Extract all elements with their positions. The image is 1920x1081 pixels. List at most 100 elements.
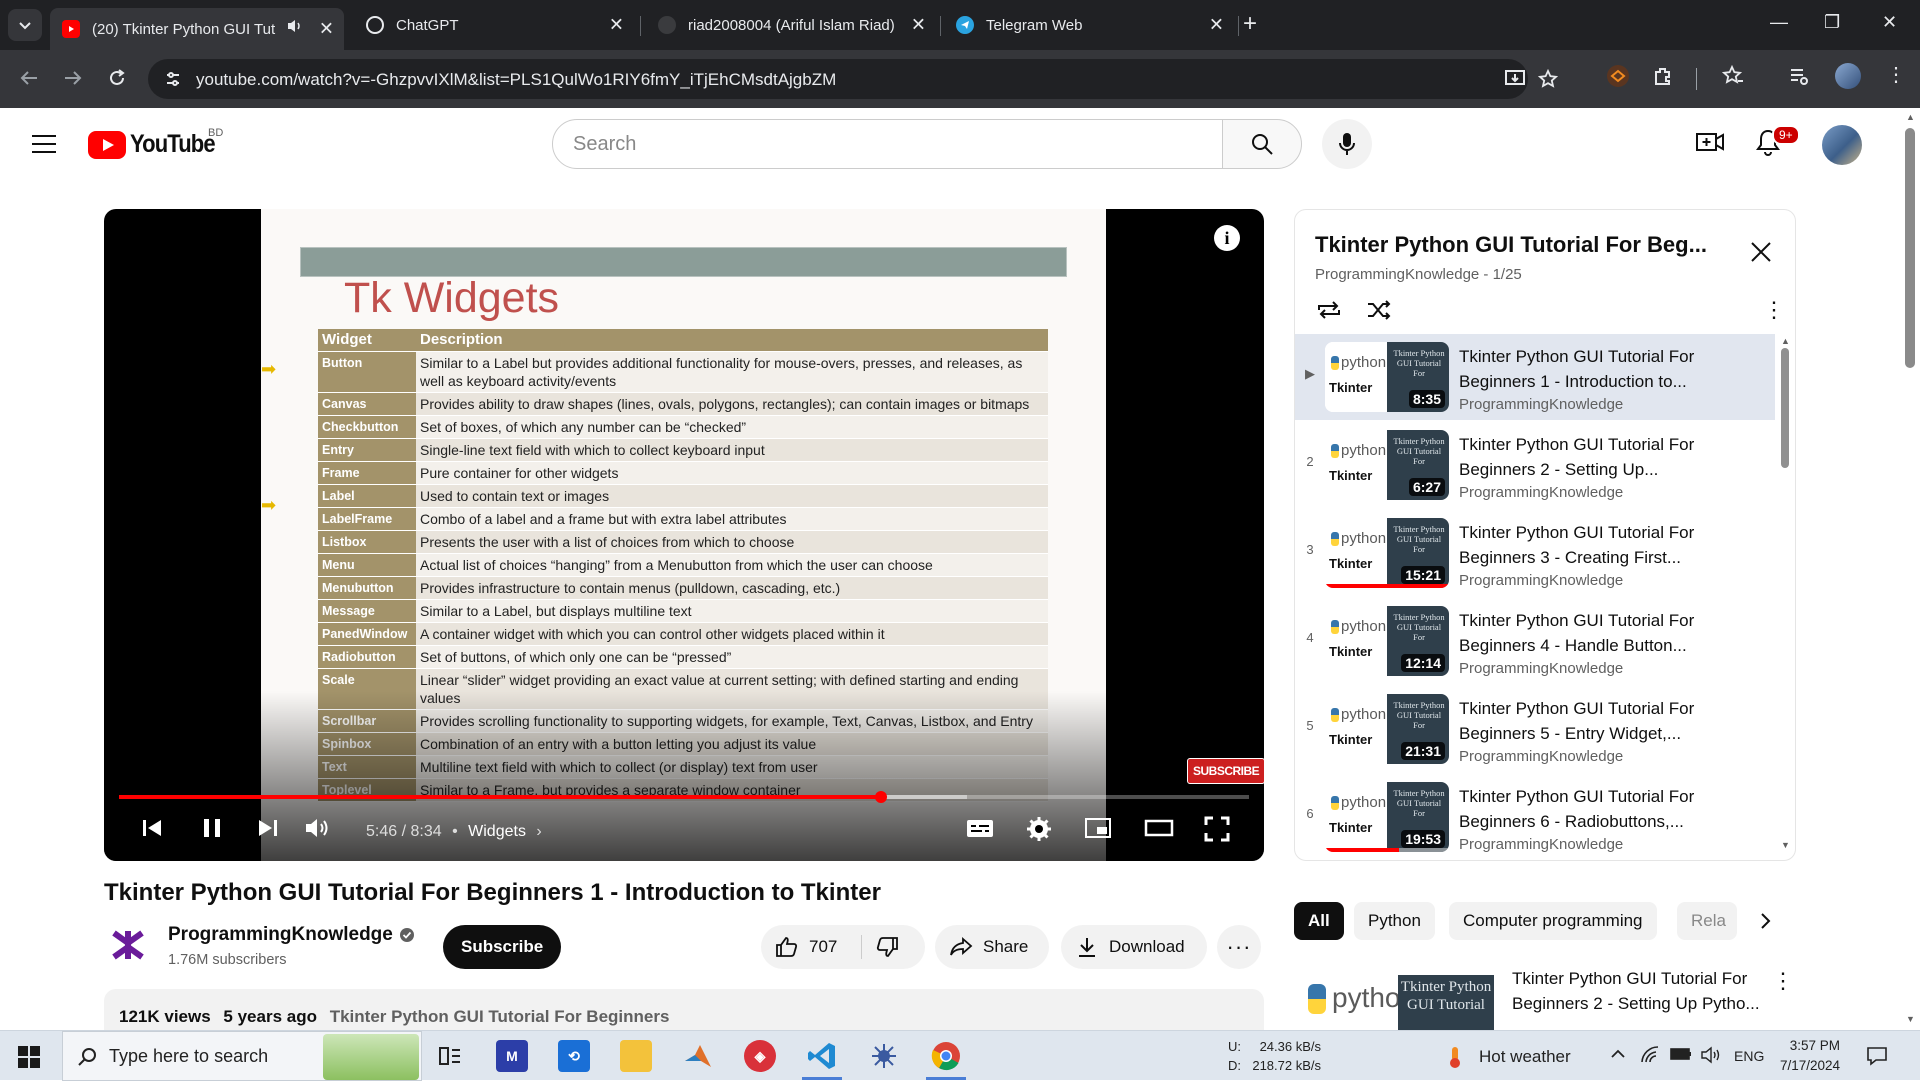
- playlist-scrollbar[interactable]: ▲ ▼: [1777, 334, 1793, 854]
- scroll-up-icon[interactable]: ▲: [1781, 336, 1790, 346]
- reload-button[interactable]: [106, 67, 128, 89]
- chip-all[interactable]: All: [1294, 902, 1344, 940]
- notification-center-icon[interactable]: [1866, 1046, 1888, 1066]
- address-bar[interactable]: youtube.com/watch?v=-GhzpvvIXlM&list=PLS…: [148, 59, 1558, 99]
- scroll-up-icon[interactable]: ▲: [1906, 112, 1915, 122]
- playlist-item[interactable]: 2 python Tkinter Tkinter Python GUI Tutoria…: [1295, 422, 1775, 508]
- restore-window-button[interactable]: ❐: [1824, 12, 1840, 33]
- extensions-puzzle-icon[interactable]: [1652, 65, 1674, 87]
- tab-youtube[interactable]: (20) Tkinter Python GUI Tut ✕: [50, 8, 344, 50]
- playlist-item[interactable]: 6 python Tkinter Tkinter Python GUI Tutoria…: [1295, 774, 1775, 860]
- loop-playlist-button[interactable]: [1315, 298, 1343, 322]
- playlist-menu-icon[interactable]: ⋮: [1763, 298, 1785, 322]
- search-button[interactable]: [1222, 119, 1302, 169]
- battery-icon[interactable]: [1670, 1046, 1692, 1062]
- create-button[interactable]: [1696, 130, 1724, 154]
- fullscreen-button[interactable]: [1204, 816, 1230, 842]
- recommendation-thumbnail[interactable]: python Tkinter Python GUI Tutorial: [1294, 970, 1494, 1030]
- playlist-item-thumbnail[interactable]: python Tkinter Tkinter Python GUI Tutorial…: [1325, 518, 1449, 588]
- share-button[interactable]: Share: [935, 925, 1049, 969]
- start-button[interactable]: [18, 1046, 40, 1068]
- guide-menu-button[interactable]: [32, 134, 56, 154]
- task-view-icon[interactable]: [434, 1040, 466, 1072]
- close-tab-icon[interactable]: ✕: [609, 15, 624, 36]
- forward-button[interactable]: [62, 67, 84, 89]
- show-hidden-icons[interactable]: [1610, 1046, 1626, 1062]
- mute-button[interactable]: [304, 816, 330, 840]
- weather-widget[interactable]: Hot weather: [1443, 1045, 1571, 1069]
- app-icon-1[interactable]: M: [496, 1040, 528, 1072]
- playlist-item[interactable]: 5 python Tkinter Tkinter Python GUI Tutoria…: [1295, 686, 1775, 772]
- more-actions-button[interactable]: ···: [1217, 925, 1261, 969]
- app-icon-3[interactable]: ◈: [744, 1040, 776, 1072]
- dislike-button[interactable]: [875, 935, 899, 959]
- playlist-item[interactable]: 4 python Tkinter Tkinter Python GUI Tutoria…: [1295, 598, 1775, 684]
- playlist-item-thumbnail[interactable]: python Tkinter Tkinter Python GUI Tutorial…: [1325, 342, 1449, 412]
- system-clock[interactable]: 3:57 PM 7/17/2024: [1758, 1036, 1840, 1076]
- next-button[interactable]: [256, 816, 280, 840]
- playlist-scroll-thumb[interactable]: [1781, 348, 1789, 468]
- playlist-item-thumbnail[interactable]: python Tkinter Tkinter Python GUI Tutorial…: [1325, 606, 1449, 676]
- playlist-item-thumbnail[interactable]: python Tkinter Tkinter Python GUI Tutorial…: [1325, 430, 1449, 500]
- close-tab-icon[interactable]: ✕: [911, 15, 926, 36]
- extension-icon[interactable]: [1606, 64, 1630, 88]
- chrome-icon[interactable]: [930, 1040, 962, 1072]
- subscribe-watermark[interactable]: SUBSCRIBE: [1187, 758, 1264, 784]
- voice-search-button[interactable]: [1322, 119, 1372, 169]
- playlist-subtitle[interactable]: ProgrammingKnowledge - 1/25: [1315, 266, 1522, 283]
- audio-playing-icon[interactable]: [286, 18, 304, 34]
- download-button[interactable]: Download: [1061, 925, 1207, 969]
- subtitles-button[interactable]: [966, 816, 994, 840]
- taskbar-search[interactable]: Type here to search: [62, 1031, 422, 1081]
- subscribe-button[interactable]: Subscribe: [443, 925, 562, 969]
- previous-button[interactable]: [140, 816, 164, 840]
- playlist-tag[interactable]: Tkinter Python GUI Tutorial For Beginner…: [330, 1007, 670, 1026]
- playlist-title[interactable]: Tkinter Python GUI Tutorial For Beg...: [1315, 232, 1735, 258]
- wifi-icon[interactable]: [1640, 1046, 1660, 1064]
- chip-related[interactable]: Rela: [1677, 902, 1737, 940]
- progress-bar[interactable]: [119, 791, 1249, 803]
- tab-telegram[interactable]: Telegram Web ✕: [944, 8, 1234, 42]
- bookmark-star-icon[interactable]: [1538, 69, 1558, 89]
- back-button[interactable]: [18, 67, 40, 89]
- close-tab-icon[interactable]: ✕: [1209, 15, 1224, 36]
- app-icon-4[interactable]: [868, 1040, 900, 1072]
- playlist-item-thumbnail[interactable]: python Tkinter Tkinter Python GUI Tutorial…: [1325, 694, 1449, 764]
- close-window-button[interactable]: ✕: [1882, 12, 1897, 33]
- close-playlist-button[interactable]: [1749, 240, 1773, 264]
- search-input[interactable]: [553, 120, 1223, 168]
- channel-name-link[interactable]: ProgrammingKnowledge: [168, 924, 415, 946]
- vscode-icon[interactable]: [806, 1040, 838, 1072]
- playlist-item-thumbnail[interactable]: python Tkinter Tkinter Python GUI Tutorial…: [1325, 782, 1449, 852]
- shuffle-button[interactable]: [1365, 298, 1393, 322]
- scroll-down-icon[interactable]: ▼: [1906, 1014, 1915, 1024]
- app-icon-2[interactable]: ⟲: [558, 1040, 590, 1072]
- playlist-item[interactable]: ▶ python Tkinter Tkinter Python GUI Tutoria…: [1295, 334, 1775, 420]
- recommendation-menu-icon[interactable]: ⋮: [1772, 968, 1794, 994]
- profile-avatar[interactable]: [1835, 63, 1861, 89]
- chip-computer-programming[interactable]: Computer programming: [1449, 902, 1657, 940]
- channel-avatar[interactable]: [108, 925, 148, 965]
- page-scrollbar[interactable]: ▲ ▼: [1900, 108, 1920, 1030]
- close-tab-icon[interactable]: ✕: [319, 19, 334, 40]
- theater-mode-button[interactable]: [1144, 816, 1174, 840]
- tab-search-button[interactable]: [8, 9, 42, 41]
- info-card-icon[interactable]: i: [1214, 225, 1240, 251]
- favorites-icon[interactable]: [1722, 65, 1744, 87]
- settings-button[interactable]: [1026, 816, 1052, 842]
- youtube-logo[interactable]: YouTube BD: [88, 127, 226, 159]
- chips-next-button[interactable]: [1752, 908, 1778, 934]
- browser-menu-icon[interactable]: ⋮: [1886, 65, 1906, 85]
- volume-tray-icon[interactable]: [1700, 1046, 1722, 1064]
- video-player[interactable]: Tk Widgets ➡ ➡ Widget Description Button…: [104, 209, 1264, 861]
- matlab-icon[interactable]: [682, 1040, 714, 1072]
- scroll-down-icon[interactable]: ▼: [1781, 840, 1790, 850]
- tab-chatgpt[interactable]: ChatGPT ✕: [354, 8, 634, 42]
- install-app-icon[interactable]: [1504, 69, 1526, 89]
- media-control-icon[interactable]: [1788, 65, 1810, 87]
- miniplayer-button[interactable]: [1084, 816, 1112, 840]
- progress-scrubber[interactable]: [874, 791, 887, 803]
- recommendation-title[interactable]: Tkinter Python GUI Tutorial For Beginner…: [1512, 966, 1772, 1016]
- chapter-title[interactable]: Widgets: [468, 823, 526, 840]
- minimize-window-button[interactable]: —: [1770, 12, 1788, 33]
